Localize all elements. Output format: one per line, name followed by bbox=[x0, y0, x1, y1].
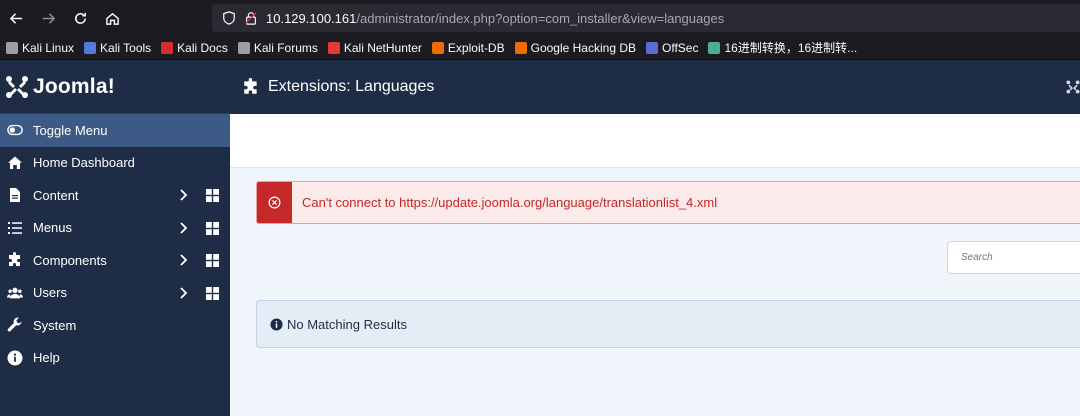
bookmark-item[interactable]: Exploit-DB bbox=[431, 40, 505, 55]
bookmark-label: Kali Forums bbox=[253, 40, 318, 55]
dashboard-grid-icon[interactable] bbox=[206, 286, 219, 300]
reload-button[interactable] bbox=[64, 0, 96, 36]
reload-icon bbox=[74, 12, 86, 24]
toggle-icon bbox=[6, 121, 24, 139]
file-icon bbox=[6, 186, 24, 204]
sidebar-item-toggle-menu[interactable]: Toggle Menu bbox=[0, 114, 230, 147]
sidebar-item-users[interactable]: Users bbox=[0, 277, 230, 310]
bookmark-label: Kali Tools bbox=[100, 40, 152, 55]
forward-button[interactable] bbox=[32, 0, 64, 36]
bookmark-label: Kali Linux bbox=[22, 40, 75, 55]
page-title: Extensions: Languages bbox=[268, 78, 435, 95]
home-button[interactable] bbox=[96, 0, 128, 36]
bookmarks-bar: Kali Linux Kali Tools Kali Docs Kali Forums… bbox=[0, 36, 1080, 60]
sidebar-item-label: Home Dashboard bbox=[33, 155, 135, 171]
error-circle-icon bbox=[268, 196, 281, 209]
sidebar-item-menus[interactable]: Menus bbox=[0, 212, 230, 245]
url-bar[interactable]: 10.129.100.161/administrator/index.php?o… bbox=[212, 4, 1080, 32]
url-host: 10.129.100.161 bbox=[266, 10, 357, 26]
sidebar-item-label: System bbox=[33, 317, 77, 333]
alert-message: Can't connect to https://update.joomla.o… bbox=[302, 195, 718, 210]
puzzle-icon bbox=[244, 78, 257, 94]
logo-text: Joomla! bbox=[33, 74, 115, 98]
home-icon bbox=[6, 154, 24, 172]
exploit-db-icon bbox=[431, 41, 444, 54]
bookmark-label: Exploit-DB bbox=[447, 40, 505, 55]
sidebar: Joomla! Toggle Menu Home Dashboard Content… bbox=[0, 60, 230, 416]
bookmark-label: Google Hacking DB bbox=[530, 40, 636, 55]
bookmark-item[interactable]: Kali Tools bbox=[84, 41, 151, 55]
kali-docs-icon bbox=[161, 41, 174, 54]
bookmark-item[interactable]: 16进制转换，16进制转... bbox=[708, 39, 857, 56]
toolbar-strip bbox=[230, 114, 1080, 168]
bookmark-item[interactable]: Kali Docs bbox=[161, 41, 228, 55]
browser-toolbar: 10.129.100.161/administrator/index.php?o… bbox=[0, 0, 1080, 36]
bookmark-label: 16进制转换，16进制转... bbox=[724, 41, 858, 55]
sidebar-item-components[interactable]: Components bbox=[0, 244, 230, 277]
info-icon bbox=[270, 317, 283, 331]
joomla-small-icon[interactable] bbox=[1066, 80, 1080, 94]
sidebar-item-label: Users bbox=[33, 285, 67, 301]
bookmark-item[interactable]: Google Hacking DB bbox=[514, 40, 636, 55]
arrow-left-icon bbox=[9, 12, 22, 24]
nethunter-icon bbox=[327, 41, 340, 54]
sidebar-item-home-dashboard[interactable]: Home Dashboard bbox=[0, 147, 230, 180]
shield-icon[interactable] bbox=[222, 11, 236, 25]
puzzle-icon bbox=[6, 251, 24, 269]
error-alert: Can't connect to https://update.joomla.o… bbox=[256, 181, 1080, 224]
sidebar-item-label: Components bbox=[33, 252, 107, 268]
sidebar-item-label: Menus bbox=[33, 220, 73, 236]
lock-icon[interactable] bbox=[244, 11, 258, 25]
chevron-right-icon[interactable] bbox=[176, 286, 190, 300]
bookmark-label: Kali NetHunter bbox=[343, 40, 422, 55]
chevron-right-icon[interactable] bbox=[176, 188, 190, 202]
list-icon bbox=[6, 219, 24, 237]
wrench-icon bbox=[6, 316, 24, 334]
sidebar-item-system[interactable]: System bbox=[0, 309, 230, 342]
alert-icon-box bbox=[257, 182, 292, 223]
gear-icon bbox=[708, 41, 721, 54]
bookmark-label: Kali Docs bbox=[177, 40, 228, 55]
back-button[interactable] bbox=[0, 0, 32, 36]
kali-dragon-icon bbox=[6, 41, 18, 54]
sidebar-item-label: Help bbox=[33, 350, 60, 366]
arrow-right-icon bbox=[42, 12, 55, 24]
dashboard-grid-icon[interactable] bbox=[206, 221, 219, 235]
dashboard-grid-icon[interactable] bbox=[206, 254, 219, 267]
home-icon bbox=[105, 12, 119, 25]
sidebar-menu: Toggle Menu Home Dashboard Content Menus Com… bbox=[0, 114, 230, 374]
sidebar-item-label: Toggle Menu bbox=[33, 122, 108, 138]
sidebar-item-label: Content bbox=[33, 187, 79, 203]
bookmark-label: OffSec bbox=[662, 40, 699, 55]
chevron-right-icon[interactable] bbox=[176, 253, 190, 267]
joomla-logo[interactable]: Joomla! bbox=[0, 60, 230, 114]
info-icon bbox=[6, 349, 24, 367]
kali-dragon-icon bbox=[237, 41, 250, 54]
users-icon bbox=[6, 284, 24, 302]
bookmark-item[interactable]: Kali NetHunter bbox=[327, 40, 422, 55]
dashboard-grid-icon[interactable] bbox=[206, 189, 219, 202]
ghdb-icon bbox=[514, 41, 527, 54]
bookmark-item[interactable]: Kali Forums bbox=[237, 40, 318, 55]
sidebar-item-help[interactable]: Help bbox=[0, 342, 230, 375]
kali-tools-icon bbox=[84, 41, 97, 54]
search-input[interactable] bbox=[947, 241, 1080, 274]
page-header: Extensions: Languages bbox=[230, 60, 1080, 114]
offsec-icon bbox=[646, 41, 658, 54]
bookmark-item[interactable]: OffSec bbox=[646, 41, 698, 55]
bookmark-item[interactable]: Kali Linux bbox=[6, 41, 74, 55]
info-message: No Matching Results bbox=[256, 300, 1080, 348]
sidebar-item-content[interactable]: Content bbox=[0, 179, 230, 212]
chevron-right-icon[interactable] bbox=[176, 221, 190, 235]
info-text: No Matching Results bbox=[287, 316, 407, 332]
url-path: /administrator/index.php?option=com_inst… bbox=[356, 10, 725, 26]
joomla-logo-icon bbox=[6, 75, 28, 98]
